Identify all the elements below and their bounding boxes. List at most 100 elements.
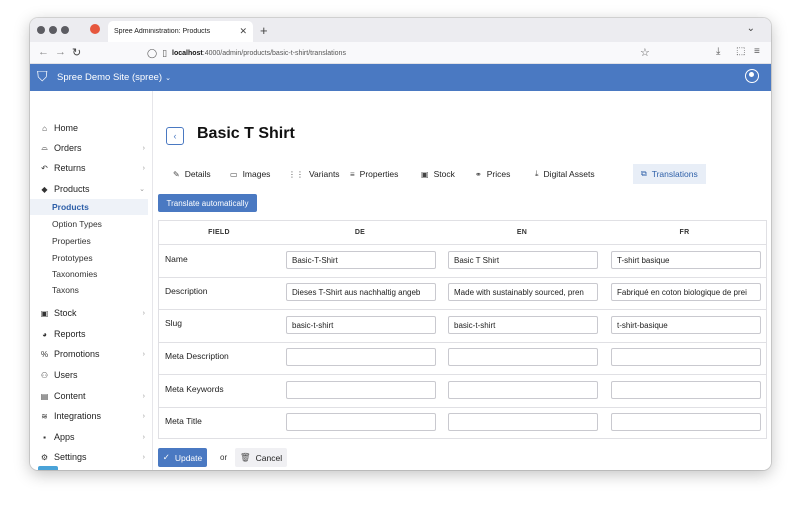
- translate-automatically-button[interactable]: Translate automatically: [158, 194, 257, 212]
- sidebar-item-promotions[interactable]: % Promotions ›: [30, 345, 153, 363]
- chevron-right-icon: ›: [142, 453, 145, 461]
- meta-keywords-de-input[interactable]: [286, 381, 436, 399]
- description-de-input[interactable]: Dieses T-Shirt aus nachhaltig angeb: [286, 283, 436, 301]
- description-fr-input[interactable]: Fabriqué en coton biologique de prei: [611, 283, 761, 301]
- content-icon: ▤: [40, 391, 49, 401]
- close-tab-icon[interactable]: ✕: [239, 26, 247, 37]
- meta-description-fr-input[interactable]: [611, 348, 761, 366]
- name-fr-input[interactable]: T-shirt basique: [611, 251, 761, 269]
- download-icon[interactable]: ⤓: [716, 46, 720, 57]
- chevron-right-icon: ›: [142, 433, 145, 441]
- name-de-input[interactable]: Basic-T-Shirt: [286, 251, 436, 269]
- sidebar-subitem-taxons[interactable]: Taxons: [30, 282, 148, 298]
- sidebar-item-stock[interactable]: ▣ Stock ›: [30, 304, 153, 322]
- sidebar-item-products[interactable]: ◆ Products ⌄: [30, 180, 153, 198]
- browser-tab-bar: Spree Administration: Products ✕ + ⌄: [30, 18, 771, 42]
- meta-title-de-input[interactable]: [286, 413, 436, 431]
- sidebar-subitem-products[interactable]: Products: [30, 199, 148, 215]
- tab-properties[interactable]: ≡ Properties: [350, 164, 398, 184]
- url-bar[interactable]: ◯ ▯ localhost:4000/admin/products/basic-…: [147, 45, 687, 61]
- field-label-meta-keywords: Meta Keywords: [165, 384, 224, 394]
- row-divider: [159, 407, 766, 408]
- row-divider: [159, 342, 766, 343]
- hamburger-menu-icon[interactable]: ≡: [754, 46, 760, 57]
- new-tab-icon[interactable]: +: [260, 23, 268, 38]
- meta-title-en-input[interactable]: [448, 413, 598, 431]
- update-button[interactable]: ✓ Update: [158, 448, 207, 467]
- meta-description-en-input[interactable]: [448, 348, 598, 366]
- user-account-icon[interactable]: [745, 69, 759, 83]
- sidebar-item-settings[interactable]: ⚙ Settings ›: [30, 448, 153, 466]
- sidebar-subitem-properties[interactable]: Properties: [30, 233, 148, 249]
- tab-variants[interactable]: ⋮⋮ Variants: [288, 164, 340, 184]
- reload-icon[interactable]: ↻: [72, 46, 81, 59]
- tab-label: Digital Assets: [543, 169, 595, 179]
- slug-en-input[interactable]: basic-t-shirt: [448, 316, 598, 334]
- tab-digital-assets[interactable]: ⤓ Digital Assets: [535, 164, 595, 184]
- url-path: :4000/admin/products/basic-t-shirt/trans…: [202, 49, 346, 57]
- chevron-down-icon: ⌄: [139, 186, 145, 193]
- row-divider: [159, 374, 766, 375]
- sidebar-item-label: Users: [54, 370, 78, 380]
- extensions-icon[interactable]: ⬚: [736, 46, 745, 57]
- return-icon: ↶: [41, 163, 48, 173]
- cancel-button[interactable]: 🗑︎ Cancel: [235, 448, 287, 467]
- translations-table: FIELD DE EN FR Name Basic-T-Shirt Basic …: [158, 220, 767, 439]
- sidebar-item-returns[interactable]: ↶ Returns ›: [30, 159, 153, 177]
- slug-de-input[interactable]: basic-t-shirt: [286, 316, 436, 334]
- sidebar-item-apps[interactable]: ▪ Apps ›: [30, 428, 153, 446]
- chevron-down-icon: ⌄: [165, 75, 171, 82]
- tab-label: Stock: [433, 169, 455, 179]
- bookmark-star-icon[interactable]: ☆: [640, 46, 650, 59]
- tab-details[interactable]: ✎ Details: [173, 164, 211, 184]
- column-header-field: FIELD: [208, 229, 230, 236]
- sidebar-item-label: Apps: [54, 432, 75, 442]
- help-widget-tab[interactable]: [38, 466, 58, 470]
- box-icon: ▣: [40, 308, 49, 318]
- image-icon: ▭: [230, 169, 238, 179]
- firefox-view-icon[interactable]: [90, 24, 100, 34]
- minimize-window-icon[interactable]: [49, 26, 57, 34]
- tab-images[interactable]: ▭ Images: [230, 164, 270, 184]
- tab-stock[interactable]: ▣ Stock: [421, 164, 455, 184]
- inbox-icon: ⌓: [41, 143, 48, 152]
- update-label: Update: [174, 452, 203, 463]
- check-icon: ✓: [162, 452, 170, 462]
- terminal-icon: ▪: [43, 432, 46, 442]
- browser-tab[interactable]: Spree Administration: Products ✕: [108, 21, 253, 42]
- sidebar-item-content[interactable]: ▤ Content ›: [30, 387, 153, 405]
- tab-label: Prices: [486, 169, 511, 179]
- store-switcher[interactable]: Spree Demo Site (spree) ⌄: [57, 72, 171, 83]
- page-title: Basic T Shirt: [197, 125, 295, 142]
- sidebar-subitem-option-types[interactable]: Option Types: [30, 216, 148, 232]
- tab-prices[interactable]: ⚭ Prices: [475, 164, 510, 184]
- back-arrow-icon[interactable]: ←: [38, 46, 49, 58]
- description-en-input[interactable]: Made with sustainably sourced, pren: [448, 283, 598, 301]
- meta-title-fr-input[interactable]: [611, 413, 761, 431]
- row-divider: [159, 244, 766, 245]
- sidebar-item-orders[interactable]: ⌓ Orders ›: [30, 139, 153, 157]
- sidebar-item-home[interactable]: ⌂ Home: [30, 119, 153, 137]
- browser-tab-title: Spree Administration: Products: [114, 28, 211, 35]
- sidebar: ⌂ Home ⌓ Orders › ↶ Returns › ◆ Products…: [30, 91, 153, 470]
- meta-keywords-en-input[interactable]: [448, 381, 598, 399]
- sidebar-item-integrations[interactable]: ≋ Integrations ›: [30, 407, 153, 425]
- sidebar-item-users[interactable]: ⚇ Users: [30, 366, 153, 384]
- close-window-icon[interactable]: [37, 26, 45, 34]
- chart-pie-icon: ◕: [42, 329, 47, 339]
- tab-label: Translations: [651, 169, 698, 179]
- tab-translations[interactable]: ⧉ Translations: [633, 164, 706, 184]
- sidebar-item-reports[interactable]: ◕ Reports: [30, 325, 153, 343]
- name-en-input[interactable]: Basic T Shirt: [448, 251, 598, 269]
- forward-arrow-icon[interactable]: →: [55, 46, 66, 58]
- slug-fr-input[interactable]: t-shirt-basique: [611, 316, 761, 334]
- maximize-window-icon[interactable]: [61, 26, 69, 34]
- sidebar-item-label: Settings: [54, 452, 87, 462]
- meta-description-de-input[interactable]: [286, 348, 436, 366]
- sidebar-subitem-prototypes[interactable]: Prototypes: [30, 250, 148, 266]
- sidebar-subitem-taxonomies[interactable]: Taxonomies: [30, 266, 148, 282]
- meta-keywords-fr-input[interactable]: [611, 381, 761, 399]
- back-button[interactable]: ‹: [166, 127, 184, 145]
- chevron-right-icon: ›: [142, 412, 145, 420]
- tab-list-chevron-icon[interactable]: ⌄: [747, 23, 755, 34]
